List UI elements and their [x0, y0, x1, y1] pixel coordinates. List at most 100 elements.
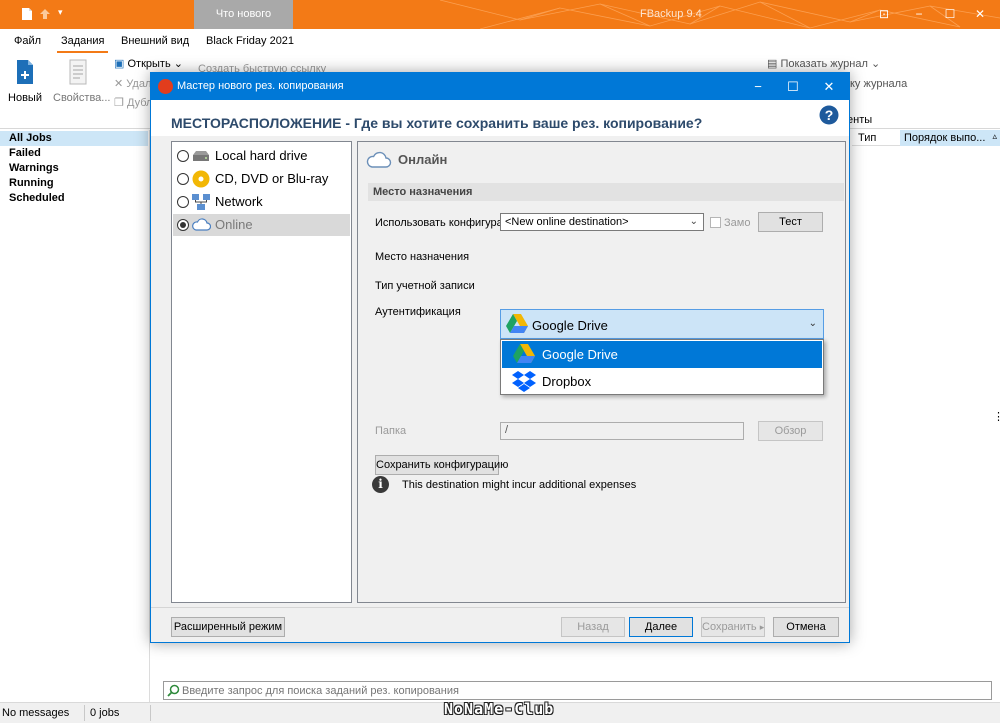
save-config-button[interactable]: Сохранить конфигурацию [375, 455, 508, 475]
maximize-icon[interactable]: ☐ [936, 0, 964, 29]
dropbox-icon [512, 371, 536, 392]
chevron-down-icon: ⌄ [689, 216, 698, 227]
app-logo-icon [158, 79, 173, 94]
dialog-maximize-icon[interactable]: ☐ [776, 73, 810, 100]
new-backup-wizard-dialog: Мастер нового рез. копирования − ☐ ✕ МЕС… [150, 72, 850, 643]
info-text: This destination might incur additional … [402, 479, 637, 491]
remember-label: Замо [724, 217, 751, 229]
app-title: FBackup 9.4 [640, 8, 702, 20]
auth-label: Аутентификация [375, 306, 461, 318]
ribbon-tab-file[interactable]: Файл [14, 35, 41, 47]
online-settings-panel: Онлайн Место назначения Использовать кон… [357, 141, 846, 603]
destination-radio[interactable] [177, 173, 189, 185]
duplicate-icon: ❐ [114, 97, 124, 109]
destination-disc[interactable]: CD, DVD or Blu-ray [173, 168, 350, 190]
chevron-down-icon: ⌄ [870, 58, 881, 70]
config-select[interactable]: <New online destination> ⌄ [500, 213, 704, 231]
delete-button[interactable]: ✕ Удал [114, 77, 151, 90]
job-list-header: Тип Порядок выпо... ▵ [852, 130, 1000, 146]
quick-access-dropdown-icon[interactable]: ▾ [58, 7, 63, 18]
destination-dropdown-list: Google Drive Dropbox [500, 339, 824, 395]
log-folder-button[interactable]: ку журнала [850, 78, 907, 90]
ribbon-tab-jobs[interactable]: Задания [56, 35, 110, 53]
destination-radio[interactable] [177, 196, 189, 208]
sidebar-item-running[interactable]: Running [0, 176, 148, 191]
dialog-close-icon[interactable]: ✕ [812, 73, 846, 100]
search-input[interactable] [182, 683, 982, 698]
destination-label: Online [215, 217, 253, 232]
focus-mode-icon[interactable]: ⊡ [870, 0, 898, 29]
destination-select[interactable]: Google Drive ⌄ [500, 309, 824, 339]
dialog-heading: МЕСТОРАСПОЛОЖЕНИЕ - Где вы хотите сохран… [171, 115, 703, 131]
destination-label: CD, DVD or Blu-ray [215, 171, 329, 186]
open-button[interactable]: ▣ Открыть ⌄ [114, 57, 183, 70]
minimize-icon[interactable]: − [905, 0, 933, 29]
properties-button[interactable]: Свойства... [53, 59, 110, 104]
new-job-icon [17, 60, 33, 84]
more-options-icon[interactable]: ⋮ [993, 410, 1000, 423]
test-button[interactable]: Тест [758, 212, 823, 232]
status-jobs-count: 0 jobs [90, 707, 120, 719]
delete-label: Удал [126, 78, 152, 90]
account-type-label: Тип учетной записи [375, 280, 475, 292]
help-icon[interactable]: ? [819, 105, 839, 125]
back-button[interactable]: Назад [561, 617, 625, 637]
next-button[interactable]: Далее [629, 617, 693, 637]
titlebar-decoration [439, 0, 1000, 29]
ribbon-tab-black-friday[interactable]: Black Friday 2021 [206, 35, 294, 47]
column-type[interactable]: Тип [858, 132, 876, 144]
cloud-icon [192, 218, 211, 231]
close-icon[interactable]: ✕ [966, 0, 994, 29]
dropdown-option-google-drive[interactable]: Google Drive [502, 341, 822, 368]
hard-drive-icon [193, 151, 209, 161]
show-log-button[interactable]: ▤ Показать журнал ⌄ [767, 57, 880, 70]
browse-button[interactable]: Обзор [758, 421, 823, 441]
chevron-down-icon: ⌄ [808, 318, 817, 329]
status-divider [84, 705, 85, 721]
sort-up-icon: ▵ [992, 131, 997, 141]
app-titlebar: ▾ Что нового FBackup 9.4 ⊡ − ☐ ✕ [0, 0, 1000, 29]
delete-icon: ✕ [114, 78, 124, 90]
destination-local-hard-drive[interactable]: Local hard drive [173, 145, 350, 167]
column-order[interactable]: Порядок выпо... ▵ [900, 130, 1000, 146]
cancel-button[interactable]: Отмена [773, 617, 839, 637]
google-drive-icon [506, 314, 528, 333]
folder-label: Папка [375, 425, 407, 437]
folder-input[interactable]: / [500, 422, 744, 440]
save-button[interactable]: Сохранить ▸ [701, 617, 765, 637]
tab-whats-new[interactable]: Что нового [194, 0, 293, 29]
sidebar-item-warnings[interactable]: Warnings [0, 161, 148, 176]
ribbon-tab-view[interactable]: Внешний вид [121, 35, 189, 47]
sidebar-item-scheduled[interactable]: Scheduled [0, 191, 148, 206]
duplicate-button[interactable]: ❐ Дубл [114, 96, 152, 109]
backup-quick-icon[interactable] [38, 7, 52, 21]
new-file-icon[interactable] [20, 7, 34, 21]
dialog-titlebar: Мастер нового рез. копирования − ☐ ✕ [151, 73, 849, 100]
destination-type-list: Local hard drive CD, DVD or Blu-ray Netw… [171, 141, 352, 603]
destination-value: Google Drive [532, 318, 608, 333]
job-search [163, 681, 992, 700]
show-log-label: Показать журнал [780, 58, 868, 70]
new-job-button[interactable]: Новый [0, 59, 50, 104]
destination-label: Network [215, 194, 263, 209]
ribbon-group-label: енты [847, 114, 873, 126]
svg-text:?: ? [825, 107, 834, 123]
remember-checkbox[interactable] [710, 217, 721, 228]
destination-online[interactable]: Online [173, 214, 350, 236]
dropdown-option-label: Dropbox [542, 374, 592, 389]
destination-radio[interactable] [177, 219, 189, 231]
destination-network[interactable]: Network [173, 191, 350, 213]
log-icon: ▤ [767, 58, 778, 70]
google-drive-icon [513, 344, 535, 363]
destination-label: Место назначения [375, 251, 470, 263]
network-icon [192, 194, 210, 210]
sidebar-item-failed[interactable]: Failed [0, 146, 148, 161]
dropdown-option-dropbox[interactable]: Dropbox [502, 368, 822, 395]
advanced-mode-button[interactable]: Расширенный режим [171, 617, 285, 637]
dialog-minimize-icon[interactable]: − [741, 73, 775, 100]
properties-icon [69, 59, 87, 85]
destination-radio[interactable] [177, 150, 189, 162]
log-folder-label: ку журнала [850, 78, 908, 90]
dialog-header: МЕСТОРАСПОЛОЖЕНИЕ - Где вы хотите сохран… [151, 100, 849, 136]
sidebar-item-all-jobs[interactable]: All Jobs [0, 131, 148, 146]
